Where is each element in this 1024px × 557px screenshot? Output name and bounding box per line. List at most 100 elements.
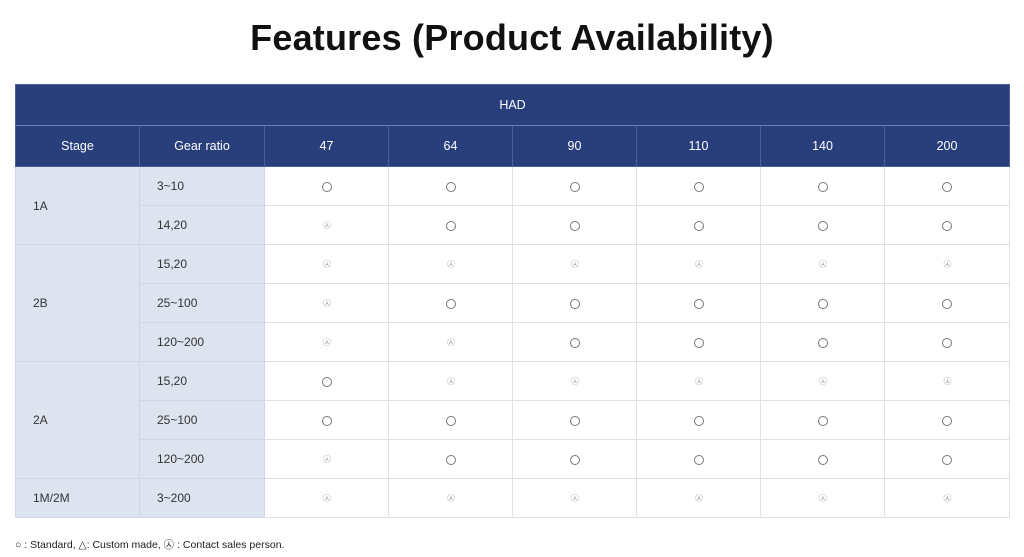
gear-ratio-cell: 25~100: [139, 283, 265, 323]
table-body: 1A 3~10 14,20 ㉦ 2B 15,20 ㉦㉦㉦㉦㉦㉦ 25~100 ㉦ 120~200 ㉦…: [15, 166, 1011, 518]
standard-circle-icon: [942, 454, 953, 465]
standard-circle-icon: [942, 220, 953, 231]
availability-cell: [883, 439, 1011, 479]
contact-sales-icon: ㉦: [819, 494, 827, 504]
availability-cell: [512, 400, 637, 440]
stage-cell: 2A: [15, 361, 140, 479]
stage-cell: 1M/2M: [15, 478, 140, 518]
availability-cell: [636, 283, 761, 323]
availability-cell: ㉦: [636, 361, 761, 401]
availability-cell: [512, 439, 637, 479]
contact-sales-icon: ㉦: [695, 494, 703, 504]
standard-circle-icon: [942, 337, 953, 348]
availability-cell: ㉦: [760, 244, 885, 284]
availability-cell: [388, 439, 513, 479]
group-header-had: HAD: [14, 84, 1011, 126]
legend-note: ○ : Standard, △: Custom made, ㉦ : Contac…: [15, 539, 285, 551]
standard-circle-icon: [321, 376, 332, 387]
availability-cell: [636, 322, 761, 362]
gear-ratio-cell: 15,20: [139, 244, 265, 284]
group-header-row: HAD: [14, 84, 1011, 126]
contact-sales-icon: ㉦: [447, 377, 455, 387]
contact-sales-icon: ㉦: [447, 338, 455, 348]
column-header-90: 90: [512, 125, 637, 167]
availability-cell: [388, 400, 513, 440]
availability-cell: ㉦: [264, 439, 389, 479]
standard-circle-icon: [445, 181, 456, 192]
contact-sales-icon: ㉦: [447, 260, 455, 270]
standard-circle-icon: [569, 220, 580, 231]
availability-cell: [512, 322, 637, 362]
standard-circle-icon: [693, 298, 704, 309]
availability-cell: [760, 322, 885, 362]
contact-sales-icon: ㉦: [323, 494, 331, 504]
standard-circle-icon: [569, 181, 580, 192]
standard-circle-icon: [693, 181, 704, 192]
contact-sales-icon: ㉦: [571, 260, 579, 270]
contact-sales-icon: ㉦: [571, 377, 579, 387]
availability-cell: ㉦: [388, 322, 513, 362]
contact-sales-icon: ㉦: [819, 260, 827, 270]
availability-cell: ㉦: [760, 361, 885, 401]
availability-cell: ㉦: [636, 478, 761, 518]
gear-ratio-cell: 120~200: [139, 439, 265, 479]
standard-circle-icon: [693, 454, 704, 465]
gear-ratio-cell: 14,20: [139, 205, 265, 245]
availability-cell: [883, 283, 1011, 323]
stage-cell: 2B: [15, 244, 140, 362]
standard-circle-icon: [942, 298, 953, 309]
standard-circle-icon: [569, 337, 580, 348]
column-header-140: 140: [760, 125, 885, 167]
table-row: 14,20 ㉦: [16, 205, 1011, 245]
availability-cell: ㉦: [636, 244, 761, 284]
gear-ratio-cell: 15,20: [139, 361, 265, 401]
contact-sales-icon: ㉦: [943, 260, 952, 270]
availability-cell: ㉦: [388, 244, 513, 284]
contact-sales-icon: ㉦: [943, 494, 952, 504]
table-row: 25~100 ㉦: [16, 283, 1011, 323]
availability-cell: ㉦: [388, 361, 513, 401]
availability-cell: [760, 439, 885, 479]
standard-circle-icon: [817, 337, 828, 348]
gear-ratio-cell: 120~200: [139, 322, 265, 362]
availability-cell: [883, 400, 1011, 440]
table-row: 1M/2M 3~200 ㉦ ㉦ ㉦ ㉦ ㉦ ㉦: [15, 478, 1011, 518]
availability-cell: ㉦: [264, 478, 389, 518]
availability-cell: [760, 283, 885, 323]
availability-cell: ㉦: [512, 478, 637, 518]
standard-circle-icon: [321, 181, 332, 192]
availability-cell: [264, 361, 389, 401]
availability-cell: ㉦: [264, 244, 389, 284]
availability-cell: [636, 166, 761, 206]
contact-sales-icon: ㉦: [323, 299, 331, 309]
availability-cell: [264, 166, 389, 206]
availability-cell: [883, 166, 1011, 206]
column-header-110: 110: [636, 125, 761, 167]
standard-circle-icon: [321, 415, 332, 426]
gear-ratio-cell: 3~10: [139, 166, 265, 206]
standard-circle-icon: [817, 181, 828, 192]
standard-circle-icon: [693, 415, 704, 426]
standard-circle-icon: [445, 415, 456, 426]
contact-sales-icon: ㉦: [323, 260, 331, 270]
availability-cell: ㉦: [264, 322, 389, 362]
standard-circle-icon: [445, 298, 456, 309]
standard-circle-icon: [569, 454, 580, 465]
standard-circle-icon: [817, 220, 828, 231]
availability-cell: [760, 166, 885, 206]
availability-cell: [512, 166, 637, 206]
availability-cell: [636, 205, 761, 245]
stage-cell: 1A: [15, 166, 140, 245]
gear-ratio-cell: 25~100: [139, 400, 265, 440]
availability-cell: ㉦: [388, 478, 513, 518]
contact-sales-icon: ㉦: [323, 221, 331, 231]
availability-cell: [264, 400, 389, 440]
table-row: 120~200 ㉦: [16, 439, 1011, 479]
table-row: 2A 15,20 ㉦㉦㉦㉦㉦: [15, 361, 1011, 479]
availability-cell: [883, 205, 1011, 245]
availability-cell: [512, 205, 637, 245]
table-row: 25~100: [16, 400, 1011, 440]
contact-sales-icon: ㉦: [819, 377, 827, 387]
standard-circle-icon: [817, 298, 828, 309]
availability-cell: ㉦: [883, 361, 1011, 401]
